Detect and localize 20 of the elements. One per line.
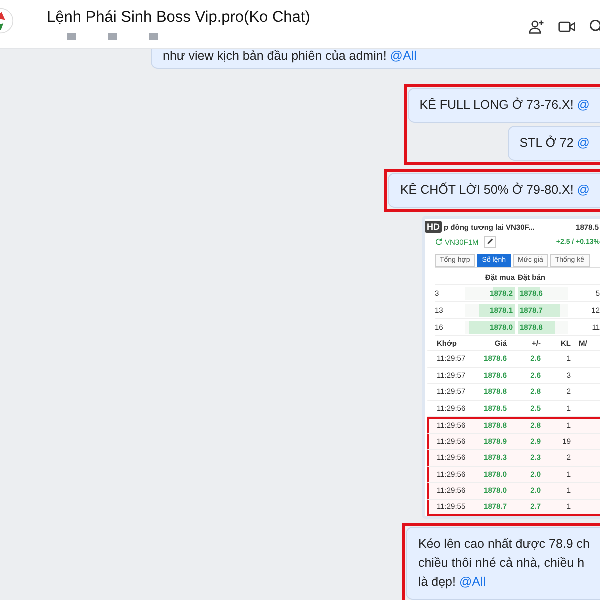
mention-link[interactable]: @ [577,98,590,112]
pencil-icon [486,238,494,246]
chat-title: Lệnh Phái Sinh Boss Vip.pro(Ko Chat) [47,8,312,26]
mention-link[interactable]: @All [459,575,486,589]
mention-link[interactable]: @ [577,136,590,150]
screenshot-image[interactable] [422,216,600,519]
message-text: KÊ CHỐT LỜI 50% Ở 79-80.X! @ [400,182,590,199]
blurred-mark [67,32,76,40]
message-text: Kéo lên cao nhất được 78.9 ch chiều thôi nhé cả nhà, chiều h là đẹp! @All [418,536,590,591]
mention-link[interactable]: @All [390,49,417,63]
message-text: STL Ở 72 @ [520,134,590,152]
blurred-mark [149,32,158,40]
add-member-icon[interactable] [528,18,546,36]
hd-badge: HD [425,221,442,233]
refresh-icon[interactable] [435,238,443,246]
edit-button[interactable] [484,236,496,248]
blurred-mark [108,32,117,40]
message-text: như view kịch bản đầu phiên của admin! @All [163,49,418,64]
mention-link[interactable]: @ [577,183,590,197]
message-text: KÊ FULL LONG Ở 73-76.X! @ [420,96,590,114]
